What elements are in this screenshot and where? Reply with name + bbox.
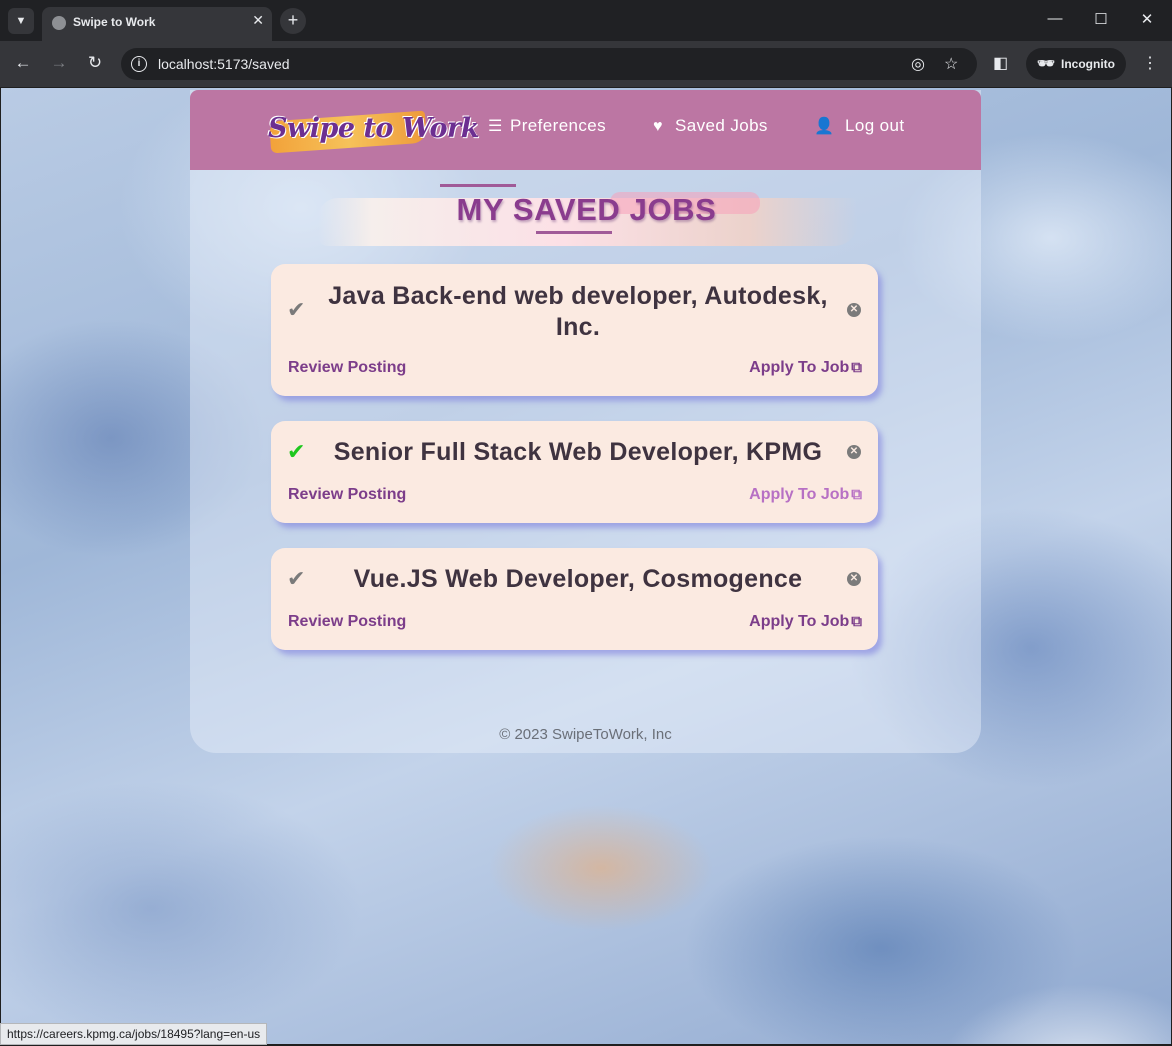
close-tab-icon[interactable]: ✕: [252, 12, 264, 29]
nav-saved-jobs-label: Saved Jobs: [675, 116, 768, 135]
tab-strip: ▼ Swipe to Work ✕ + — ☐ ✕: [0, 0, 1172, 41]
external-link-icon: ⧉: [851, 359, 862, 376]
eye-off-icon[interactable]: ◎: [911, 54, 925, 74]
review-posting-link[interactable]: Review Posting: [288, 613, 406, 631]
review-posting-link[interactable]: Review Posting: [288, 486, 406, 504]
heart-icon: ♥: [653, 118, 663, 135]
external-link-icon: ⧉: [851, 613, 862, 630]
maximize-icon[interactable]: ☐: [1091, 10, 1111, 28]
back-icon[interactable]: ←: [11, 53, 35, 73]
nav-preferences-label: Preferences: [510, 116, 607, 135]
menu-kebab-icon[interactable]: ⋮: [1142, 53, 1158, 73]
app-container: Swipe to Work ☰ Preferences ♥ Saved Jobs 👤…: [190, 90, 981, 753]
new-tab-button[interactable]: +: [280, 8, 306, 34]
globe-icon: [52, 16, 66, 30]
user-icon: 👤: [814, 118, 835, 135]
browser-toolbar: ← → ↻ i localhost:5173/saved ◎ ☆ ◧ 🕶 Inc…: [0, 41, 1172, 87]
reload-icon[interactable]: ↻: [83, 53, 107, 73]
minimize-icon[interactable]: —: [1045, 10, 1065, 27]
bars-icon: ☰: [488, 118, 503, 135]
footer-copyright: © 2023 SwipeToWork, Inc: [499, 726, 672, 743]
side-panel-icon[interactable]: ◧: [993, 53, 1008, 73]
title-underline-top: [440, 184, 516, 187]
nav-logout-label: Log out: [845, 116, 905, 135]
apply-to-job-link[interactable]: Apply To Job ⧉: [749, 613, 862, 631]
logo[interactable]: Swipe to Work: [264, 106, 479, 158]
job-title: Vue.JS Web Developer, Cosmogence: [353, 565, 803, 593]
apply-label: Apply To Job: [749, 486, 850, 503]
bookmark-star-icon[interactable]: ☆: [944, 54, 958, 74]
status-bar-url: https://careers.kpmg.ca/jobs/18495?lang=…: [0, 1023, 268, 1045]
review-posting-link[interactable]: Review Posting: [288, 359, 406, 377]
address-bar[interactable]: i localhost:5173/saved ◎ ☆: [121, 48, 977, 80]
page-viewport: Swipe to Work ☰ Preferences ♥ Saved Jobs 👤…: [1, 88, 1171, 1044]
check-icon[interactable]: ✔: [287, 566, 305, 592]
site-info-icon[interactable]: i: [131, 56, 147, 72]
job-card: ✔ Java Back-end web developer, Autodesk,…: [271, 264, 878, 396]
tab-title: Swipe to Work: [73, 15, 156, 29]
forward-icon[interactable]: →: [47, 53, 71, 73]
apply-label: Apply To Job: [749, 359, 850, 376]
apply-to-job-link[interactable]: Apply To Job ⧉: [749, 486, 862, 504]
incognito-icon: 🕶: [1037, 55, 1055, 71]
nav-saved-jobs[interactable]: ♥ Saved Jobs: [653, 116, 768, 136]
tab-search-icon[interactable]: ▼: [8, 8, 34, 34]
title-underline-bottom: [536, 231, 612, 234]
apply-to-job-link[interactable]: Apply To Job ⧉: [749, 359, 862, 377]
incognito-button[interactable]: 🕶 Incognito: [1026, 48, 1126, 80]
incognito-label: Incognito: [1061, 57, 1115, 71]
logo-text: Swipe to Work: [268, 113, 479, 144]
nav-preferences[interactable]: ☰ Preferences: [488, 116, 606, 136]
page-title-block: MY SAVED JOBS: [310, 184, 870, 246]
close-window-icon[interactable]: ✕: [1137, 10, 1157, 28]
url-text[interactable]: localhost:5173/saved: [158, 56, 290, 72]
check-icon[interactable]: ✔: [287, 297, 305, 323]
navbar: Swipe to Work ☰ Preferences ♥ Saved Jobs 👤…: [190, 90, 981, 170]
job-title: Senior Full Stack Web Developer, KPMG: [333, 438, 823, 466]
apply-label: Apply To Job: [749, 613, 850, 630]
job-card: ✔ Vue.JS Web Developer, Cosmogence ✕ Rev…: [271, 548, 878, 650]
remove-icon[interactable]: ✕: [847, 303, 861, 317]
job-title: Java Back-end web developer, Autodesk, I…: [328, 282, 828, 341]
nav-logout[interactable]: 👤 Log out: [814, 116, 905, 136]
check-icon[interactable]: ✔: [287, 439, 305, 465]
external-link-icon: ⧉: [851, 486, 862, 503]
remove-icon[interactable]: ✕: [847, 445, 861, 459]
page-title: MY SAVED JOBS: [456, 192, 717, 227]
remove-icon[interactable]: ✕: [847, 572, 861, 586]
job-card: ✔ Senior Full Stack Web Developer, KPMG …: [271, 421, 878, 523]
browser-tab[interactable]: Swipe to Work ✕: [42, 7, 272, 41]
